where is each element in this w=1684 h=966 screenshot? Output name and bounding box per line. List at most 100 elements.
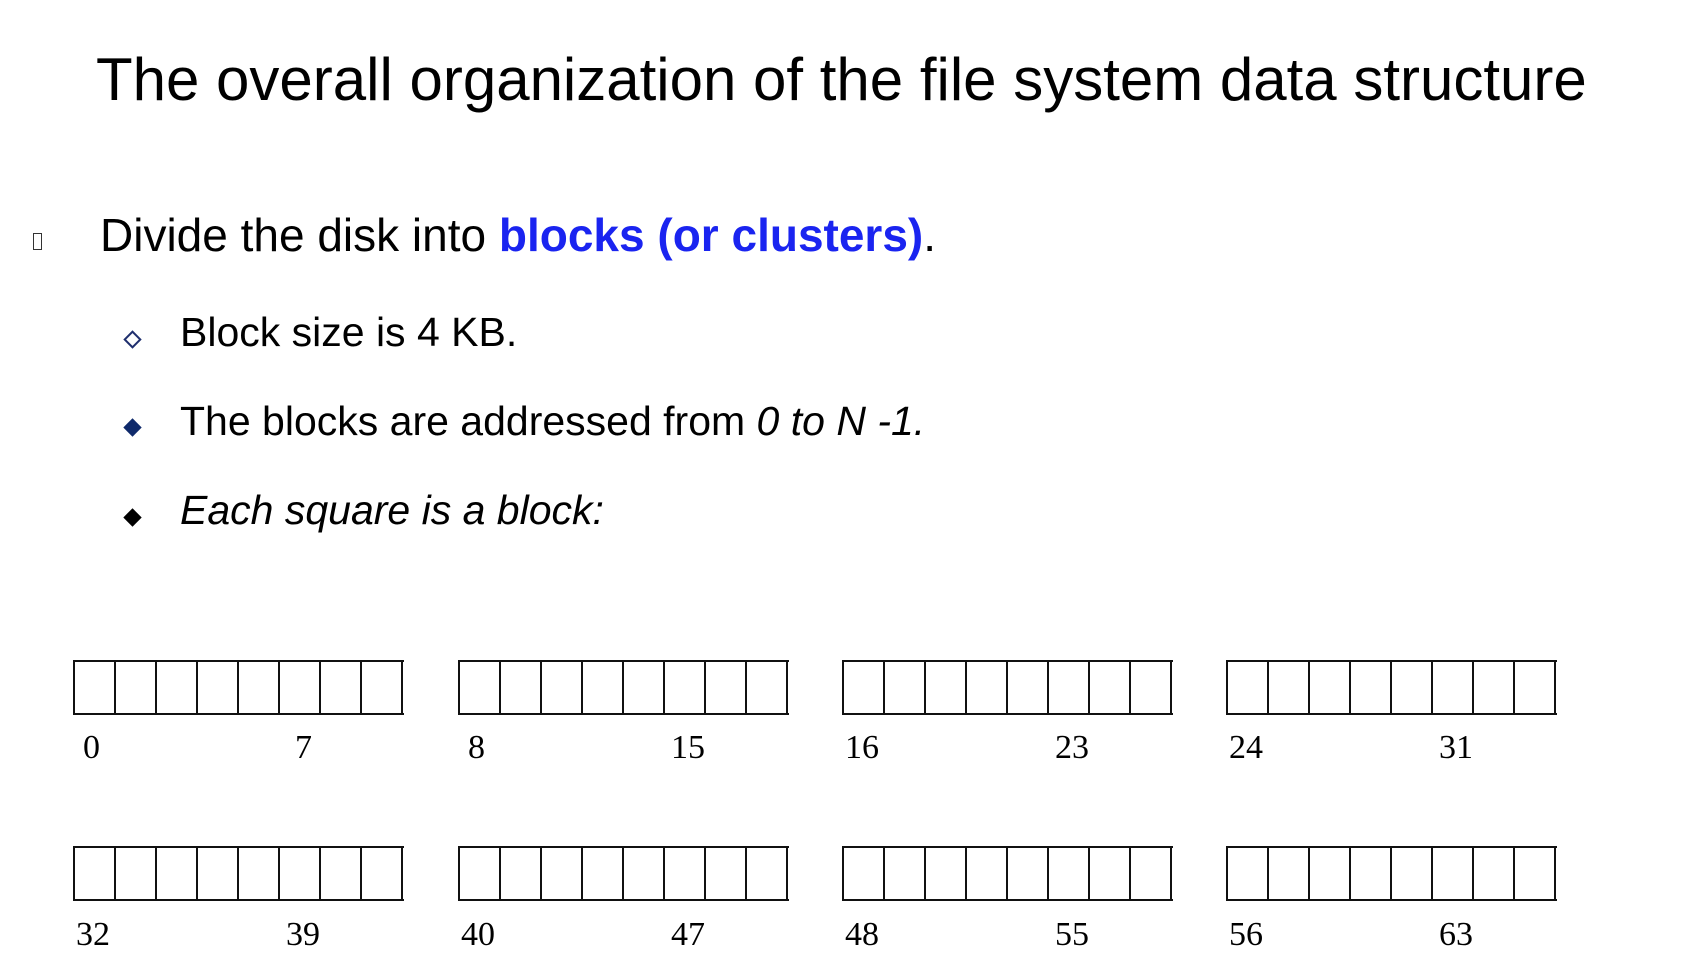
block-end-index: 47 xyxy=(671,916,705,953)
sub-bullet-text: Block size is 4 KB. xyxy=(180,309,518,355)
block-square xyxy=(665,662,706,713)
block-square xyxy=(542,848,583,899)
block-square xyxy=(844,662,885,713)
block-square xyxy=(239,848,280,899)
block-square xyxy=(321,662,362,713)
block-end-index: 39 xyxy=(286,916,320,953)
block-square xyxy=(885,848,926,899)
block-start-index: 48 xyxy=(845,916,879,953)
diamond-bullet-icon xyxy=(123,508,142,527)
block-start-index: 8 xyxy=(468,729,485,766)
block-square xyxy=(501,662,542,713)
block-square xyxy=(1090,848,1131,899)
block-square xyxy=(116,662,157,713)
block-square xyxy=(1351,662,1392,713)
sub-bullet-text: Each square is a block: xyxy=(180,487,604,533)
block-square xyxy=(1131,662,1172,713)
main-bullet: Divide the disk into blocks (or clusters… xyxy=(100,206,936,264)
hollow-diamond-bullet-icon xyxy=(123,330,142,349)
block-square xyxy=(198,848,239,899)
block-square xyxy=(747,662,788,713)
block-square xyxy=(926,662,967,713)
block-end-index: 55 xyxy=(1055,916,1089,953)
block-square xyxy=(157,848,198,899)
block-end-index: 63 xyxy=(1439,916,1473,953)
hollow-square-bullet-icon xyxy=(33,233,42,250)
block-group xyxy=(73,846,404,901)
sub-bullet-each-square: Each square is a block: xyxy=(180,484,604,536)
block-end-index: 23 xyxy=(1055,729,1089,766)
block-square xyxy=(280,662,321,713)
block-square xyxy=(624,848,665,899)
sub-bullet-block-size: Block size is 4 KB. xyxy=(180,306,517,358)
block-square xyxy=(280,848,321,899)
block-square xyxy=(460,662,501,713)
block-end-index: 15 xyxy=(671,729,705,766)
block-square xyxy=(1433,848,1474,899)
block-group xyxy=(842,660,1173,715)
block-square xyxy=(706,662,747,713)
diamond-bullet-icon xyxy=(123,418,142,437)
block-start-index: 24 xyxy=(1229,729,1263,766)
block-square xyxy=(321,848,362,899)
block-square xyxy=(583,848,624,899)
main-bullet-suffix: . xyxy=(923,209,937,261)
block-square xyxy=(362,848,403,899)
block-square xyxy=(1008,848,1049,899)
block-square xyxy=(1269,848,1310,899)
block-square xyxy=(1351,848,1392,899)
block-square xyxy=(1049,662,1090,713)
block-square xyxy=(501,848,542,899)
block-group xyxy=(842,846,1173,901)
block-square xyxy=(460,848,501,899)
block-square xyxy=(1310,848,1351,899)
block-group xyxy=(458,846,789,901)
block-square xyxy=(706,848,747,899)
block-square xyxy=(1131,848,1172,899)
block-square xyxy=(1392,848,1433,899)
block-square xyxy=(1515,662,1556,713)
block-square xyxy=(747,848,788,899)
block-square xyxy=(157,662,198,713)
block-square xyxy=(1392,662,1433,713)
block-start-index: 40 xyxy=(461,916,495,953)
block-square xyxy=(1474,848,1515,899)
block-square xyxy=(967,848,1008,899)
block-square xyxy=(624,662,665,713)
block-square xyxy=(583,662,624,713)
block-square xyxy=(116,848,157,899)
sub-bullet-addressing: The blocks are addressed from 0 to N -1. xyxy=(180,395,925,447)
block-square xyxy=(1515,848,1556,899)
block-square xyxy=(75,848,116,899)
main-bullet-highlight: blocks (or clusters) xyxy=(498,209,924,261)
block-square xyxy=(1049,848,1090,899)
block-group xyxy=(73,660,404,715)
block-square xyxy=(1269,662,1310,713)
block-square xyxy=(198,662,239,713)
block-end-index: 31 xyxy=(1439,729,1473,766)
block-group xyxy=(458,660,789,715)
sub-bullet-text: The blocks are addressed from xyxy=(180,398,757,444)
block-square xyxy=(1090,662,1131,713)
block-square xyxy=(1228,662,1269,713)
block-start-index: 16 xyxy=(845,729,879,766)
block-square xyxy=(1228,848,1269,899)
block-square xyxy=(542,662,583,713)
block-square xyxy=(1433,662,1474,713)
slide-title: The overall organization of the file sys… xyxy=(96,46,1587,113)
block-square xyxy=(844,848,885,899)
block-square xyxy=(967,662,1008,713)
block-square xyxy=(239,662,280,713)
main-bullet-prefix: Divide the disk into xyxy=(100,209,499,261)
block-end-index: 7 xyxy=(295,729,312,766)
block-square xyxy=(362,662,403,713)
block-square xyxy=(75,662,116,713)
block-square xyxy=(926,848,967,899)
sub-bullet-italic-range: 0 to N -1. xyxy=(756,398,926,444)
block-square xyxy=(665,848,706,899)
block-start-index: 32 xyxy=(76,916,110,953)
block-square xyxy=(1310,662,1351,713)
block-square xyxy=(1008,662,1049,713)
block-group xyxy=(1226,846,1557,901)
block-start-index: 56 xyxy=(1229,916,1263,953)
